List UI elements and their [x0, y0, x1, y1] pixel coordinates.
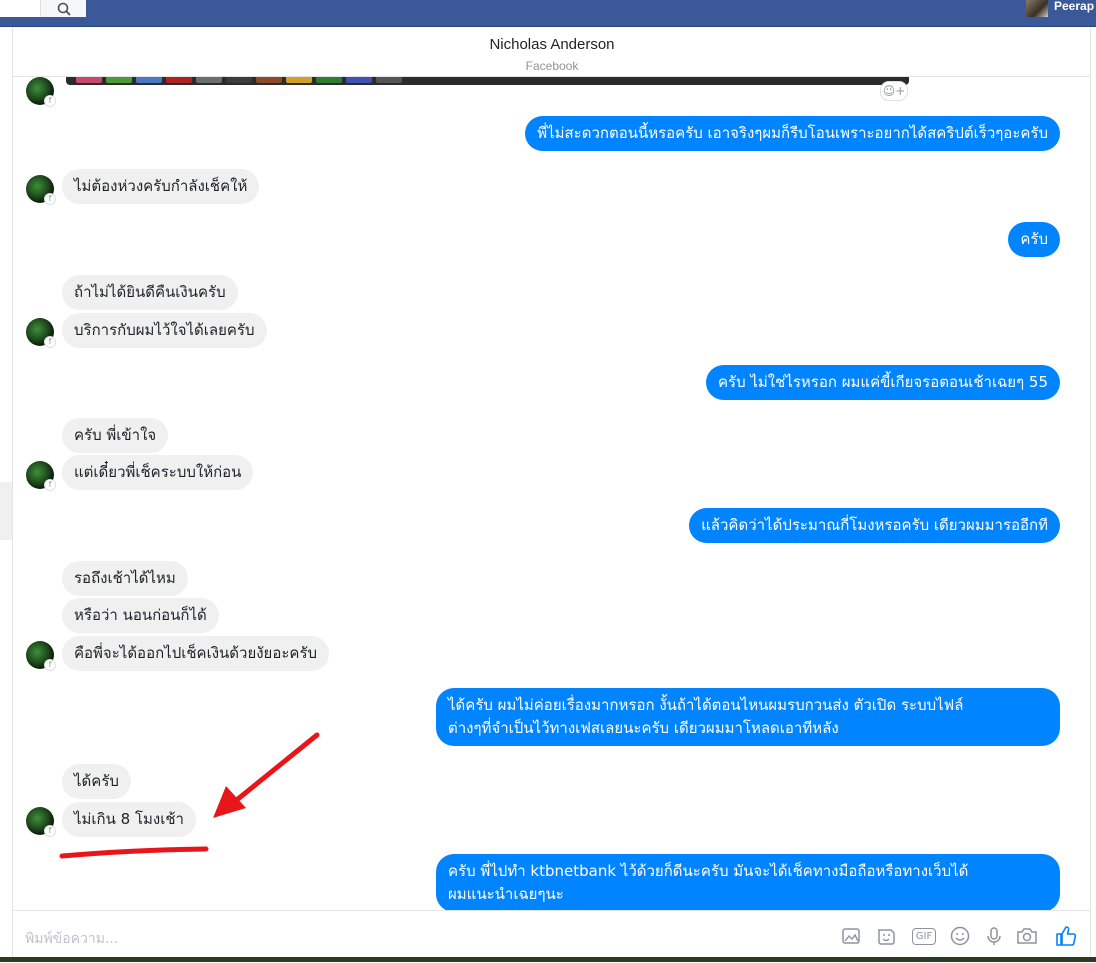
message-line: ผมแนะนำเฉยๆนะ	[448, 885, 564, 903]
profile-name-link[interactable]: Peerap	[1054, 0, 1094, 13]
sent-message[interactable]: ครับ	[1008, 222, 1060, 257]
contact-avatar[interactable]: f	[26, 175, 56, 205]
profile-avatar[interactable]	[1026, 0, 1048, 17]
contact-avatar[interactable]: f	[26, 807, 56, 837]
received-message[interactable]: รอถึงเช้าได้ไหม	[62, 561, 188, 596]
facebook-badge-icon: f	[44, 193, 56, 205]
sent-message[interactable]: แล้วคิดว่าได้ประมาณกี่โมงหรอครับ เดียวผม…	[689, 508, 1060, 543]
received-message[interactable]: คือพี่จะได้ออกไปเช็คเงินด้วยงัยอะครับ	[62, 636, 330, 671]
contact-avatar[interactable]: f	[26, 461, 56, 491]
search-icon	[57, 2, 71, 16]
facebook-badge-icon: f	[44, 336, 56, 348]
sidebar-selected-item[interactable]	[0, 482, 12, 540]
sent-message[interactable]: พี่ไม่สะดวกตอนนี้หรอครับ เอาจริงๆผมก็รีบ…	[525, 116, 1060, 151]
contact-avatar[interactable]: f	[26, 318, 56, 348]
message-composer: พิมพ์ข้อความ... GIF	[13, 910, 1090, 963]
contact-subtitle: Facebook	[525, 59, 579, 73]
sticker-icon[interactable]	[873, 923, 899, 949]
received-message[interactable]: แต่เดี๋ยวพี่เช็คระบบให้ก่อน	[62, 455, 254, 490]
message-line: ได้ครับ ผมไม่ค่อยเรื่องมากหรอก งั้นถ้าได…	[448, 696, 964, 714]
facebook-badge-icon: f	[44, 825, 56, 837]
sent-message[interactable]: ครับ พี่ไปทำ ktbnetbank ไว้ด้วยก็ดีนะครั…	[436, 854, 1060, 910]
message-line: ครับ พี่ไปทำ ktbnetbank ไว้ด้วยก็ดีนะครั…	[448, 862, 969, 880]
message-line: ต่างๆที่จำเป็นไว้ทางเฟสเลยนะครับ เดียวผม…	[448, 719, 839, 737]
message-list[interactable]: ☺+ f พี่ไม่สะดวกตอนนี้หรอครับ เอาจริงๆผม…	[13, 77, 1090, 910]
facebook-badge-icon: f	[44, 659, 56, 671]
sent-message[interactable]: ได้ครับ ผมไม่ค่อยเรื่องมากหรอก งั้นถ้าได…	[436, 688, 1060, 746]
received-message[interactable]: ไม่เกิน 8 โมงเช้า	[62, 802, 196, 837]
message-input[interactable]: พิมพ์ข้อความ...	[25, 928, 118, 950]
microphone-icon[interactable]	[981, 923, 1007, 949]
image-icon[interactable]	[838, 923, 864, 949]
top-navigation-bar: Peerap	[0, 0, 1096, 27]
received-message[interactable]: บริการกับผมไว้ใจได้เลยครับ	[62, 313, 267, 348]
react-emoji-button[interactable]: ☺+	[880, 81, 908, 101]
conversation-header: Nicholas Anderson Facebook	[13, 27, 1090, 77]
contact-avatar[interactable]: f	[26, 641, 56, 671]
received-message[interactable]: หรือว่า นอนก่อนก็ได้	[62, 598, 219, 633]
gif-label: GIF	[911, 927, 937, 945]
right-sidebar-edge	[1090, 27, 1096, 962]
shared-image-attachment[interactable]	[66, 77, 909, 85]
left-sidebar-edge	[0, 27, 13, 962]
sent-message[interactable]: ครับ ไม่ใช่ไรหรอก ผมแค่ขี้เกียจรอตอนเช้า…	[706, 365, 1060, 400]
received-message[interactable]: ไม่ต้องห่วงครับกำลังเช็คให้	[62, 169, 260, 204]
gif-icon[interactable]: GIF	[909, 923, 939, 949]
like-icon[interactable]	[1053, 923, 1079, 949]
search-button[interactable]	[40, 0, 86, 17]
contact-avatar[interactable]: f	[26, 77, 56, 107]
taskbar-edge	[0, 957, 1096, 962]
received-message[interactable]: ครับ พี่เข้าใจ	[62, 418, 169, 453]
emoji-icon[interactable]	[947, 923, 973, 949]
received-message[interactable]: ได้ครับ	[62, 764, 131, 799]
camera-icon[interactable]	[1014, 923, 1040, 949]
facebook-badge-icon: f	[44, 479, 56, 491]
facebook-badge-icon: f	[44, 95, 56, 107]
received-message[interactable]: ถ้าไม่ได้ยินดีคืนเงินครับ	[62, 275, 238, 310]
smile-plus-icon: ☺+	[882, 84, 906, 98]
contact-name[interactable]: Nicholas Anderson	[0, 36, 1096, 53]
